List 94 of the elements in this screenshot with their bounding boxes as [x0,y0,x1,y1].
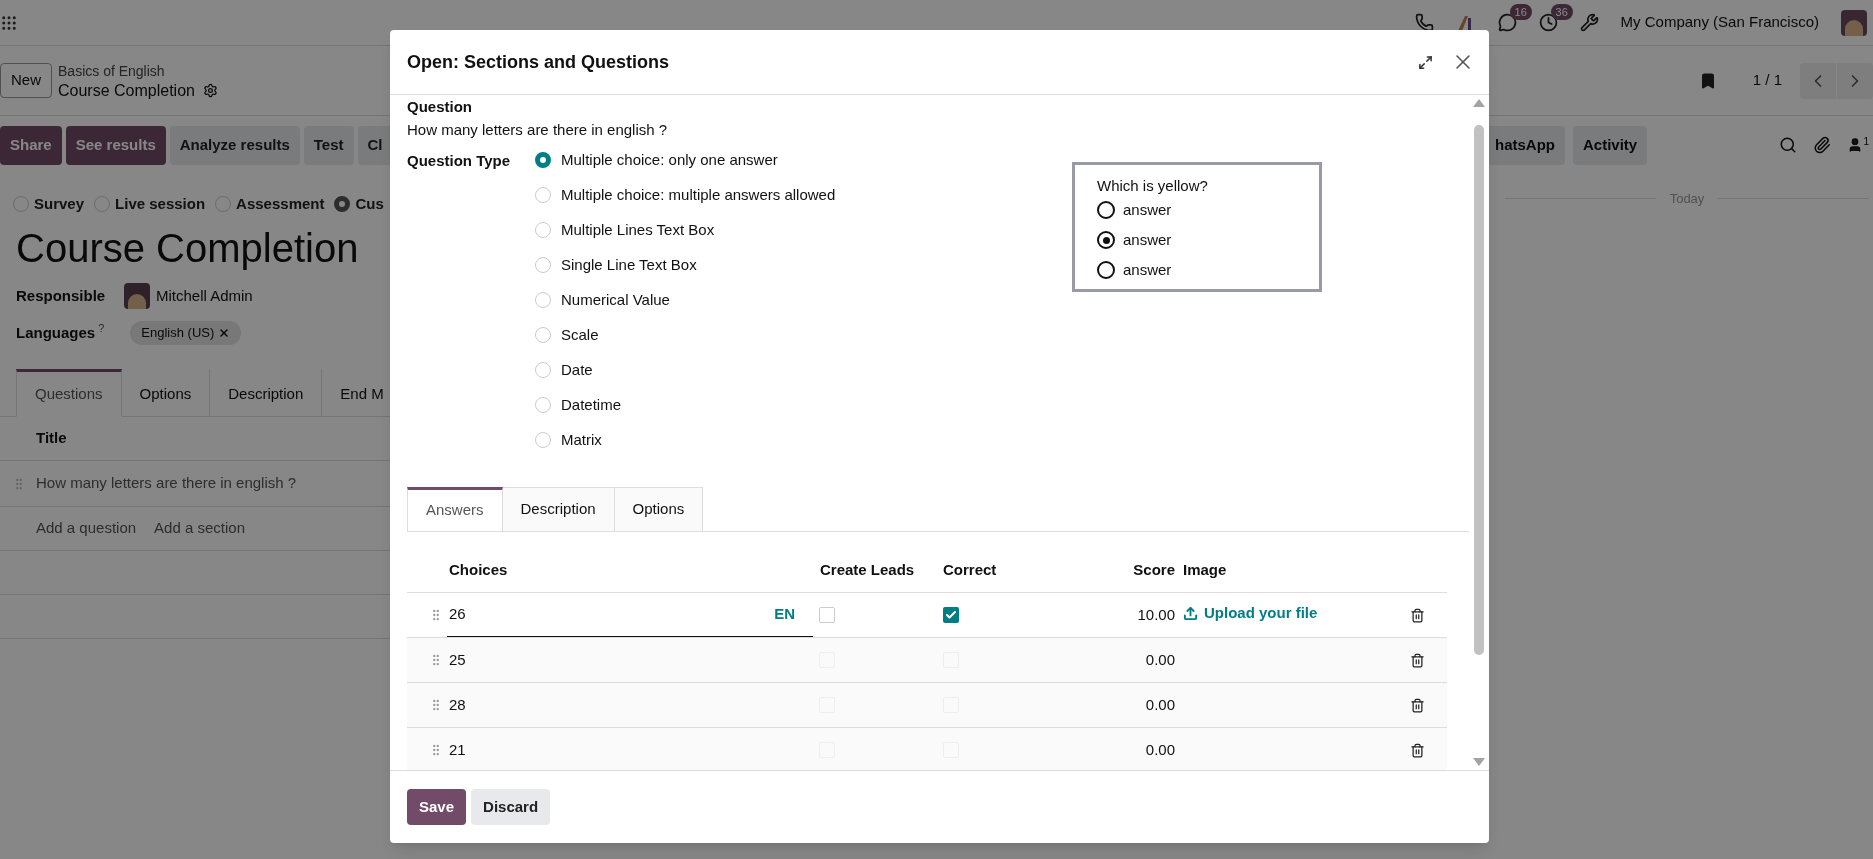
column-header: Create Leads [819,559,916,580]
radio-label[interactable]: Matrix [561,430,602,450]
radio-label[interactable]: Multiple choice: multiple answers allowed [561,185,836,205]
add-link[interactable]: Add a question [36,517,137,540]
score-cell[interactable]: 0.00 [1060,693,1175,717]
column-header: Score [1132,559,1175,580]
pager-value: 1 / 1 [1752,70,1782,91]
count-badge: 16 [1509,4,1532,20]
record-title: Course Completion [58,80,195,100]
new-button[interactable]: New [0,63,52,98]
table-cell[interactable]: 25 [447,638,813,682]
table-cell[interactable]: 21 [447,728,813,770]
paperclip-icon[interactable] [1813,136,1832,155]
user-avatar[interactable] [1841,9,1867,36]
radio-label[interactable]: Multiple choice: only one answer [561,150,778,170]
trash-icon[interactable] [1410,607,1425,623]
expand-icon[interactable] [1418,54,1433,70]
follower-count: 1 [1863,137,1869,148]
radio-button[interactable] [535,152,551,168]
trash-icon[interactable] [1410,742,1425,758]
action-button[interactable]: Share [0,126,62,165]
user-avatar [124,283,150,309]
column-header: Choices [448,559,509,580]
language-tag[interactable]: English (US) [130,321,242,345]
chatter-button[interactable]: Activity [1573,126,1648,165]
radio-label[interactable]: Numerical Value [561,290,670,310]
column-header: Title [36,428,67,449]
wrench-icon[interactable] [1579,13,1599,32]
action-button[interactable]: See results [65,126,166,165]
radio-label[interactable]: Survey [34,192,85,215]
language-code[interactable]: EN [774,603,795,626]
score-cell[interactable]: 0.00 [1060,738,1175,762]
action-button[interactable]: Test [303,126,354,165]
option-label: answer [1123,259,1172,280]
radio-label[interactable]: Assessment [236,192,325,215]
form-tab[interactable]: Description [210,368,323,416]
field-label: Responsible [16,285,107,306]
table-cell[interactable]: How many letters are there in english ? [26,472,297,495]
dialog-button[interactable]: Discard [471,788,551,826]
previous-button[interactable] [1800,62,1836,99]
action-button[interactable]: Analyze results [169,126,300,165]
field-label: Question Type [407,151,512,171]
column-header: Correct [942,559,998,580]
dialog-tab[interactable]: Options [614,487,704,531]
chat-icon[interactable] [1497,13,1517,32]
dialog-title: Open: Sections and Questions [407,50,670,74]
search-icon[interactable] [1779,136,1798,155]
form-title: Course Completion [16,225,359,272]
clock-icon[interactable] [1538,13,1558,32]
form-tab[interactable]: Questions [16,368,122,417]
scroll-down-icon[interactable] [1473,758,1485,766]
form-tab[interactable]: Options [121,368,211,416]
phone-icon[interactable] [1414,13,1434,32]
remove-icon[interactable] [218,326,231,339]
radio-label[interactable]: Live session [115,192,206,215]
score-cell[interactable]: 10.00 [1060,603,1175,627]
dialog-tab[interactable]: Answers [407,487,503,531]
check-icon [945,609,957,621]
help-mark[interactable]: ? [98,321,105,334]
choice-input[interactable]: 26 EN [447,593,813,637]
field-value[interactable]: Mitchell Admin [156,284,253,308]
option-label: answer [1123,199,1172,220]
company-name[interactable]: My Company (San Francisco) [1620,11,1819,34]
checkbox[interactable] [943,607,959,623]
scroll-up-icon[interactable] [1473,99,1485,107]
radio-label[interactable]: Datetime [561,395,622,415]
radio-label[interactable]: Single Line Text Box [561,255,697,275]
preview-question: Which is yellow? [1097,177,1209,195]
dialog-button[interactable]: Save [407,788,467,826]
action-button[interactable]: Cl [357,126,393,165]
apps-grid-icon[interactable] [0,13,18,32]
radio-label[interactable]: Multiple Lines Text Box [561,220,715,240]
radio-button[interactable] [334,195,351,212]
next-button[interactable] [1837,62,1873,99]
upload-link[interactable]: Upload your file [1183,602,1318,625]
count-badge: 36 [1550,4,1573,20]
checkbox[interactable] [819,607,835,623]
breadcrumb-link[interactable]: Basics of English [58,61,218,81]
trash-icon[interactable] [1410,652,1425,668]
trash-icon[interactable] [1410,697,1425,713]
add-link[interactable]: Add a section [154,517,245,540]
score-cell[interactable]: 0.00 [1060,648,1175,672]
radio-label[interactable]: Scale [561,325,599,345]
settings-icon[interactable] [202,82,218,98]
column-header: Image [1182,559,1228,580]
field-label: Question [407,97,473,117]
table-cell[interactable]: 28 [447,683,813,727]
dialog-tab[interactable]: Description [502,487,615,531]
upload-icon [1183,606,1198,622]
option-label: answer [1123,229,1172,250]
radio-label[interactable]: Cus [355,192,384,215]
field-label: Languages [16,322,96,343]
question-text[interactable]: How many letters are there in english ? [407,117,1469,140]
radio-label[interactable]: Date [561,360,593,380]
